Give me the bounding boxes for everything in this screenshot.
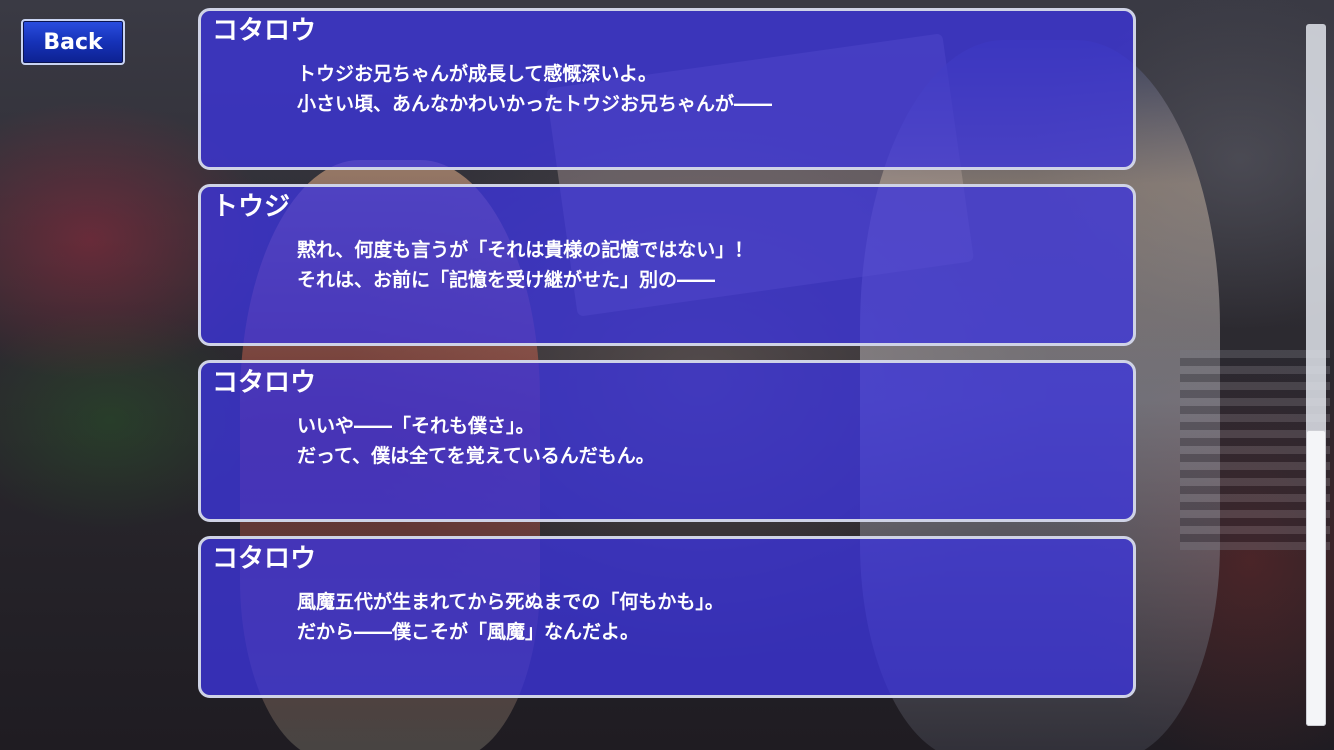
dialogue-line: だから――僕こそが「風魔」なんだよ。: [297, 621, 640, 643]
log-entry: コタロウ 風魔五代が生まれてから死ぬまでの「何もかも」。 だから――僕こそが「風…: [198, 536, 1136, 698]
dialogue-line: 小さい頃、あんなかわいかったトウジお兄ちゃんが――: [297, 93, 773, 115]
speaker-name: コタロウ: [212, 368, 317, 398]
dialogue-line: それは、お前に「記憶を受け継がせた」別の――: [297, 269, 716, 291]
speaker-name: コタロウ: [212, 544, 317, 574]
back-button[interactable]: Back: [21, 19, 125, 65]
log-entry: コタロウ いいや――「それも僕さ」。 だって、僕は全てを覚えているんだもん。: [198, 360, 1136, 522]
dialogue-line: いいや――「それも僕さ」。: [297, 415, 535, 437]
log-entry: コタロウ トウジお兄ちゃんが成長して感慨深いよ。 小さい頃、あんなかわいかったト…: [198, 8, 1136, 170]
dialogue-line: トウジお兄ちゃんが成長して感慨深いよ。: [297, 63, 658, 85]
scrollbar-thumb[interactable]: [1306, 430, 1326, 726]
dialogue-line: 黙れ、何度も言うが「それは貴様の記憶ではない」！: [297, 239, 754, 261]
dialogue-log-list[interactable]: コタロウ トウジお兄ちゃんが成長して感慨深いよ。 小さい頃、あんなかわいかったト…: [198, 0, 1138, 750]
dialogue-line: だって、僕は全てを覚えているんだもん。: [297, 445, 655, 467]
log-entry: トウジ 黙れ、何度も言うが「それは貴様の記憶ではない」！ それは、お前に「記憶を…: [198, 184, 1136, 346]
speaker-name: コタロウ: [212, 16, 317, 46]
speaker-name: トウジ: [212, 192, 291, 222]
screen: Back コタロウ トウジお兄ちゃんが成長して感慨深いよ。 小さい頃、あんなかわ…: [0, 0, 1334, 750]
dialogue-line: 風魔五代が生まれてから死ぬまでの「何もかも」。: [297, 591, 724, 613]
